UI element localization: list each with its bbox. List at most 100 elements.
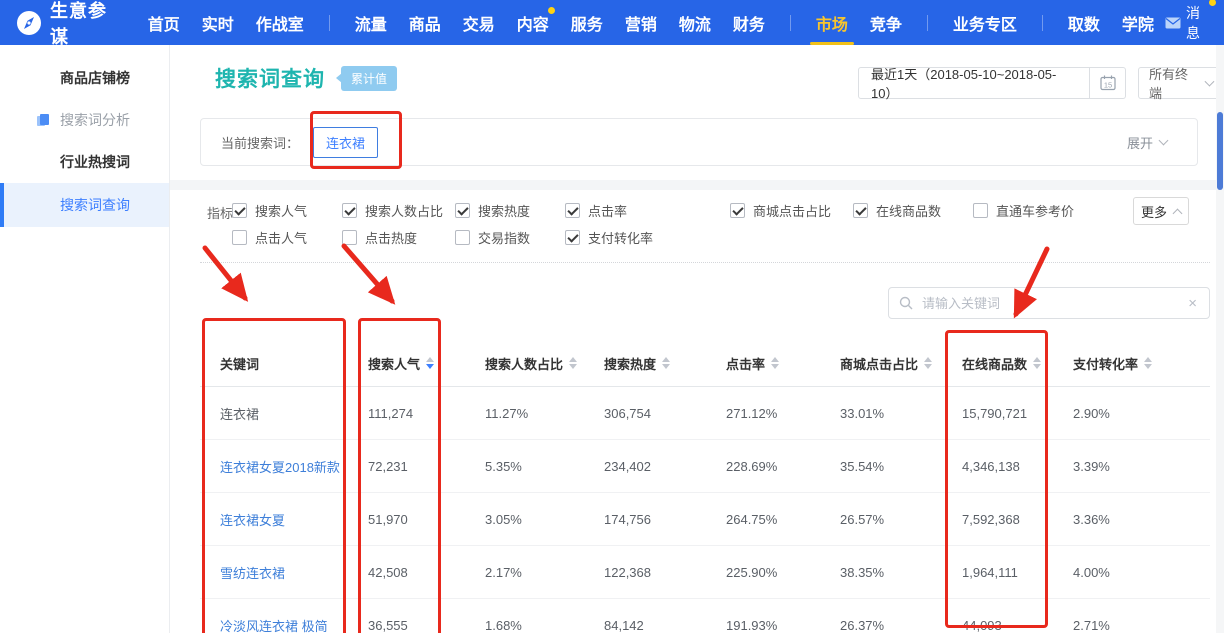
value-cell: 191.93% bbox=[726, 618, 840, 633]
nav-item[interactable]: 市场 bbox=[816, 0, 848, 45]
column-header[interactable]: 搜索人数占比 bbox=[485, 354, 604, 373]
value-cell: 271.12% bbox=[726, 406, 840, 421]
nav-item[interactable]: 内容 bbox=[517, 0, 549, 45]
nav-item[interactable]: 学院 bbox=[1122, 0, 1154, 45]
cumulative-badge: 累计值 bbox=[341, 66, 397, 91]
sort-icon[interactable] bbox=[924, 357, 932, 369]
checkbox-unchecked[interactable] bbox=[973, 203, 988, 218]
column-header[interactable]: 搜索热度 bbox=[604, 354, 726, 373]
nav-item-label: 作战室 bbox=[256, 11, 304, 35]
value-cell: 84,142 bbox=[604, 618, 726, 633]
table-body: 连衣裙111,27411.27%306,754271.12%33.01%15,7… bbox=[200, 387, 1210, 633]
sort-icon[interactable] bbox=[771, 357, 779, 369]
nav-divider bbox=[790, 15, 791, 31]
metric-checkbox[interactable]: 支付转化率 bbox=[565, 228, 653, 246]
value-cell: 35.54% bbox=[840, 459, 962, 474]
value-cell: 26.37% bbox=[840, 618, 962, 633]
nav-item[interactable]: 竞争 bbox=[870, 0, 902, 45]
metric-checkbox[interactable]: 搜索热度 bbox=[455, 201, 530, 219]
metric-checkbox[interactable]: 点击热度 bbox=[342, 228, 417, 246]
checkbox-checked[interactable] bbox=[565, 230, 580, 245]
scrollbar-thumb[interactable] bbox=[1217, 112, 1223, 190]
date-range-selector[interactable]: 最近1天（2018-05-10~2018-05-10） bbox=[858, 67, 1090, 99]
sidebar-item[interactable]: 商品店铺榜 bbox=[0, 57, 169, 99]
nav-item[interactable]: 商品 bbox=[409, 0, 441, 45]
keyword-link[interactable]: 冷淡风连衣裙 极简 bbox=[220, 616, 368, 633]
column-header-label: 商城点击占比 bbox=[840, 354, 918, 373]
column-header-label: 点击率 bbox=[726, 354, 765, 373]
metric-checkbox[interactable]: 搜索人气 bbox=[232, 201, 307, 219]
value-cell: 36,555 bbox=[368, 618, 485, 633]
value-cell: 4.00% bbox=[1073, 565, 1210, 580]
nav-item[interactable]: 首页 bbox=[148, 0, 180, 45]
metric-checkbox[interactable]: 点击率 bbox=[565, 201, 627, 219]
checkbox-checked[interactable] bbox=[342, 203, 357, 218]
nav-item[interactable]: 服务 bbox=[571, 0, 603, 45]
checkbox-checked[interactable] bbox=[565, 203, 580, 218]
metric-checkbox[interactable]: 商城点击占比 bbox=[730, 201, 831, 219]
keyword-link[interactable]: 雪纺连衣裙 bbox=[220, 563, 368, 582]
column-header[interactable]: 支付转化率 bbox=[1073, 354, 1210, 373]
checkbox-unchecked[interactable] bbox=[232, 230, 247, 245]
nav-divider bbox=[1042, 15, 1043, 31]
sort-icon[interactable] bbox=[1033, 357, 1041, 369]
clear-icon[interactable]: × bbox=[1186, 295, 1199, 312]
value-cell: 3.39% bbox=[1073, 459, 1210, 474]
current-search-term-tag[interactable]: 连衣裙 bbox=[313, 127, 378, 158]
sidebar: 商品店铺榜搜索词分析行业热搜词搜索词查询 bbox=[0, 45, 170, 633]
metric-label: 搜索人气 bbox=[255, 201, 307, 220]
expand-toggle[interactable]: 展开 bbox=[1127, 133, 1167, 152]
nav-item-label: 取数 bbox=[1068, 11, 1100, 35]
metric-checkbox[interactable]: 在线商品数 bbox=[853, 201, 941, 219]
checkbox-checked[interactable] bbox=[730, 203, 745, 218]
column-header[interactable]: 点击率 bbox=[726, 354, 840, 373]
messages-button[interactable]: 消息 bbox=[1165, 3, 1208, 43]
envelope-icon bbox=[1165, 17, 1181, 29]
search-input[interactable] bbox=[920, 295, 1186, 312]
nav-item[interactable]: 实时 bbox=[202, 0, 234, 45]
sort-icon[interactable] bbox=[426, 357, 434, 369]
sidebar-item-label: 商品店铺榜 bbox=[60, 68, 130, 88]
more-button[interactable]: 更多 bbox=[1133, 197, 1189, 225]
metric-checkbox[interactable]: 搜索人数占比 bbox=[342, 201, 443, 219]
messages-label: 消息 bbox=[1186, 3, 1208, 43]
nav-item[interactable]: 业务专区 bbox=[953, 0, 1017, 45]
value-cell: 228.69% bbox=[726, 459, 840, 474]
column-header[interactable]: 搜索人气 bbox=[368, 354, 485, 373]
checkbox-checked[interactable] bbox=[853, 203, 868, 218]
terminal-dropdown[interactable]: 所有终端 bbox=[1138, 67, 1224, 99]
column-header[interactable]: 在线商品数 bbox=[962, 354, 1073, 373]
metric-checkbox[interactable]: 点击人气 bbox=[232, 228, 307, 246]
nav-items: 首页实时作战室 流量商品交易内容服务营销物流财务 市场竞争 业务专区 取数学院 bbox=[137, 0, 1165, 45]
sort-icon[interactable] bbox=[1144, 357, 1152, 369]
calendar-button[interactable]: 15 bbox=[1090, 67, 1126, 99]
value-cell: 111,274 bbox=[368, 406, 485, 421]
nav-item[interactable]: 取数 bbox=[1068, 0, 1100, 45]
checkbox-checked[interactable] bbox=[455, 203, 470, 218]
nav-item[interactable]: 交易 bbox=[463, 0, 495, 45]
sort-icon[interactable] bbox=[569, 357, 577, 369]
app-logo[interactable]: 生意参谋 bbox=[16, 0, 113, 49]
nav-item[interactable]: 物流 bbox=[679, 0, 711, 45]
nav-item[interactable]: 财务 bbox=[733, 0, 765, 45]
nav-item[interactable]: 作战室 bbox=[256, 0, 304, 45]
column-header[interactable]: 商城点击占比 bbox=[840, 354, 962, 373]
value-cell: 2.71% bbox=[1073, 618, 1210, 633]
nav-item[interactable]: 营销 bbox=[625, 0, 657, 45]
checkbox-unchecked[interactable] bbox=[342, 230, 357, 245]
main-content: 搜索词查询 累计值 最近1天（2018-05-10~2018-05-10） 15… bbox=[170, 45, 1224, 633]
sort-icon[interactable] bbox=[662, 357, 670, 369]
sidebar-item-active[interactable]: 搜索词查询 bbox=[0, 183, 169, 227]
checkbox-checked[interactable] bbox=[232, 203, 247, 218]
metric-checkbox[interactable]: 交易指数 bbox=[455, 228, 530, 246]
sidebar-item[interactable]: 搜索词分析 bbox=[0, 99, 169, 141]
sidebar-item[interactable]: 行业热搜词 bbox=[0, 141, 169, 183]
metric-checkbox[interactable]: 直通车参考价 bbox=[973, 201, 1074, 219]
value-cell: 3.36% bbox=[1073, 512, 1210, 527]
keyword-link[interactable]: 连衣裙女夏2018新款 bbox=[220, 457, 368, 476]
value-cell: 2.17% bbox=[485, 565, 604, 580]
nav-item[interactable]: 流量 bbox=[355, 0, 387, 45]
keyword-link[interactable]: 连衣裙女夏 bbox=[220, 510, 368, 529]
checkbox-unchecked[interactable] bbox=[455, 230, 470, 245]
value-cell: 42,508 bbox=[368, 565, 485, 580]
